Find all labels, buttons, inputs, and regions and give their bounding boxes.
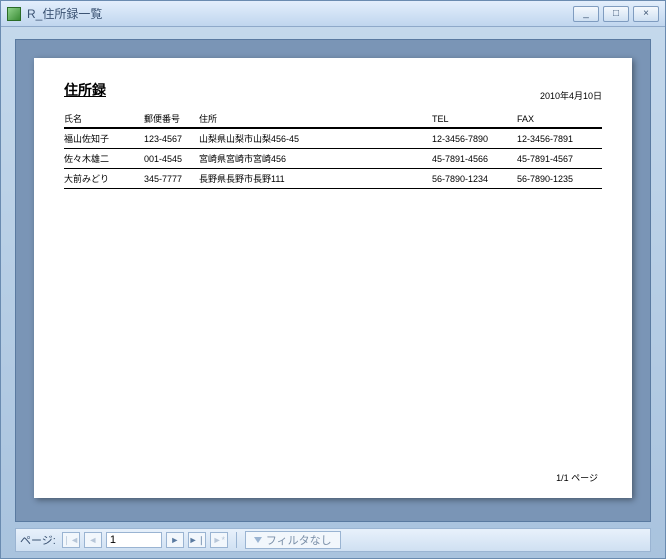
cell-fax: 12-3456-7891 — [517, 128, 602, 149]
cell-tel: 12-3456-7890 — [432, 128, 517, 149]
col-fax: FAX — [517, 110, 602, 128]
cell-fax: 45-7891-4567 — [517, 149, 602, 169]
record-navigator: ページ: ❘◄ ◄ ► ►❘ ►* フィルタなし — [15, 528, 651, 552]
nav-next-button[interactable]: ► — [166, 532, 184, 548]
app-icon — [7, 7, 21, 21]
window-buttons: _ □ × — [573, 6, 659, 22]
cell-tel: 45-7891-4566 — [432, 149, 517, 169]
cell-fax: 56-7890-1235 — [517, 169, 602, 189]
nav-label: ページ: — [20, 532, 56, 548]
col-postal: 郵便番号 — [144, 110, 199, 128]
table-row: 大前みどり 345-7777 長野県長野市長野111 56-7890-1234 … — [64, 169, 602, 189]
cell-address: 宮崎県宮崎市宮崎456 — [199, 149, 432, 169]
cell-address: 山梨県山梨市山梨456-45 — [199, 128, 432, 149]
report-title: 住所録 — [64, 80, 106, 102]
report-page: 住所録 2010年4月10日 氏名 郵便番号 住所 TEL FAX — [34, 58, 632, 498]
cell-tel: 56-7890-1234 — [432, 169, 517, 189]
col-name: 氏名 — [64, 110, 144, 128]
col-tel: TEL — [432, 110, 517, 128]
app-window: R_住所録一覧 _ □ × 住所録 2010年4月10日 氏名 — [0, 0, 666, 559]
table-header-row: 氏名 郵便番号 住所 TEL FAX — [64, 110, 602, 128]
table-row: 福山佐知子 123-4567 山梨県山梨市山梨456-45 12-3456-78… — [64, 128, 602, 149]
cell-postal: 123-4567 — [144, 128, 199, 149]
titlebar: R_住所録一覧 _ □ × — [1, 1, 665, 27]
report-date: 2010年4月10日 — [540, 89, 602, 102]
window-title: R_住所録一覧 — [27, 5, 573, 22]
maximize-button[interactable]: □ — [603, 6, 629, 22]
cell-name: 福山佐知子 — [64, 128, 144, 149]
filter-button[interactable]: フィルタなし — [245, 531, 341, 549]
close-button[interactable]: × — [633, 6, 659, 22]
filter-label: フィルタなし — [266, 532, 332, 548]
cell-postal: 001-4545 — [144, 149, 199, 169]
nav-prev-button[interactable]: ◄ — [84, 532, 102, 548]
nav-first-button[interactable]: ❘◄ — [62, 532, 80, 548]
minimize-button[interactable]: _ — [573, 6, 599, 22]
cell-name: 佐々木雄二 — [64, 149, 144, 169]
nav-last-button[interactable]: ►❘ — [188, 532, 206, 548]
report-table: 氏名 郵便番号 住所 TEL FAX 福山佐知子 123-4567 山梨県山梨市… — [64, 110, 602, 189]
nav-separator — [236, 532, 237, 548]
cell-postal: 345-7777 — [144, 169, 199, 189]
cell-address: 長野県長野市長野111 — [199, 169, 432, 189]
nav-page-input[interactable] — [106, 532, 162, 548]
client-area: 住所録 2010年4月10日 氏名 郵便番号 住所 TEL FAX — [1, 27, 665, 558]
col-address: 住所 — [199, 110, 432, 128]
table-row: 佐々木雄二 001-4545 宮崎県宮崎市宮崎456 45-7891-4566 … — [64, 149, 602, 169]
funnel-icon — [254, 537, 262, 543]
report-header: 住所録 2010年4月10日 — [64, 80, 602, 102]
cell-name: 大前みどり — [64, 169, 144, 189]
page-footer: 1/1 ページ — [556, 471, 598, 484]
print-preview-area[interactable]: 住所録 2010年4月10日 氏名 郵便番号 住所 TEL FAX — [15, 39, 651, 522]
nav-new-button[interactable]: ►* — [210, 532, 228, 548]
